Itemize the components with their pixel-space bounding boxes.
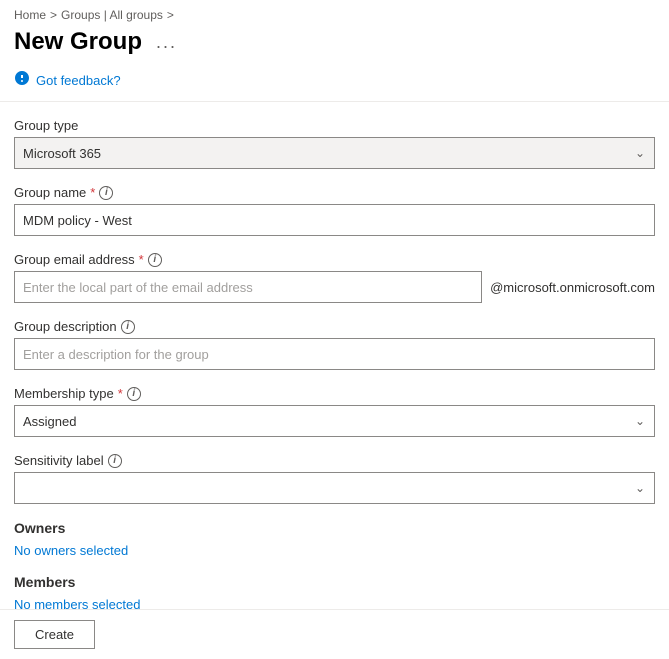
members-header: Members: [14, 574, 655, 590]
email-input-wrapper: [14, 271, 482, 303]
sensitivity-label-info-icon[interactable]: i: [108, 454, 122, 468]
group-description-input[interactable]: [14, 338, 655, 370]
group-email-required: *: [139, 252, 144, 267]
no-owners-link[interactable]: No owners selected: [14, 543, 128, 558]
membership-type-select-wrapper: Assigned Dynamic User Dynamic Device ⌄: [14, 405, 655, 437]
group-type-label: Group type: [14, 118, 655, 133]
group-name-info-icon[interactable]: i: [99, 186, 113, 200]
email-domain: @microsoft.onmicrosoft.com: [490, 280, 655, 295]
page-header: New Group ...: [0, 24, 669, 64]
group-email-info-icon[interactable]: i: [148, 253, 162, 267]
feedback-icon: [14, 70, 30, 91]
breadcrumb: Home > Groups | All groups >: [0, 0, 669, 24]
owners-section: Owners No owners selected: [14, 520, 655, 558]
group-name-field: Group name * i: [14, 185, 655, 236]
sensitivity-label-label: Sensitivity label i: [14, 453, 655, 468]
breadcrumb-home[interactable]: Home: [14, 8, 46, 22]
group-type-select[interactable]: Microsoft 365 Security Mail-enabled secu…: [14, 137, 655, 169]
sensitivity-label-select-wrapper: ⌄: [14, 472, 655, 504]
footer-bar: Create: [0, 609, 669, 659]
members-section: Members No members selected: [14, 574, 655, 609]
breadcrumb-sep2: >: [167, 8, 174, 22]
page-wrapper: Home > Groups | All groups > New Group .…: [0, 0, 669, 659]
feedback-bar[interactable]: Got feedback?: [0, 64, 669, 101]
group-type-select-wrapper: Microsoft 365 Security Mail-enabled secu…: [14, 137, 655, 169]
group-name-input[interactable]: [14, 204, 655, 236]
sensitivity-label-field: Sensitivity label i ⌄: [14, 453, 655, 504]
group-description-info-icon[interactable]: i: [121, 320, 135, 334]
breadcrumb-groups[interactable]: Groups | All groups: [61, 8, 163, 22]
membership-type-required: *: [118, 386, 123, 401]
sensitivity-label-select[interactable]: [14, 472, 655, 504]
group-name-label: Group name * i: [14, 185, 655, 200]
page-title: New Group: [14, 28, 142, 56]
owners-header: Owners: [14, 520, 655, 536]
group-description-label: Group description i: [14, 319, 655, 334]
membership-type-label: Membership type * i: [14, 386, 655, 401]
no-members-link[interactable]: No members selected: [14, 597, 140, 609]
feedback-label: Got feedback?: [36, 73, 121, 88]
form-scroll-area[interactable]: Group type Microsoft 365 Security Mail-e…: [0, 102, 669, 609]
membership-type-info-icon[interactable]: i: [127, 387, 141, 401]
membership-type-field: Membership type * i Assigned Dynamic Use…: [14, 386, 655, 437]
create-button[interactable]: Create: [14, 620, 95, 649]
group-description-field: Group description i: [14, 319, 655, 370]
group-email-label: Group email address * i: [14, 252, 655, 267]
group-name-required: *: [90, 185, 95, 200]
group-email-input[interactable]: [14, 271, 482, 303]
group-type-field: Group type Microsoft 365 Security Mail-e…: [14, 118, 655, 169]
more-options-button[interactable]: ...: [150, 30, 183, 55]
group-email-field: Group email address * i @microsoft.onmic…: [14, 252, 655, 303]
membership-type-select[interactable]: Assigned Dynamic User Dynamic Device: [14, 405, 655, 437]
breadcrumb-sep1: >: [50, 8, 57, 22]
email-row: @microsoft.onmicrosoft.com: [14, 271, 655, 303]
